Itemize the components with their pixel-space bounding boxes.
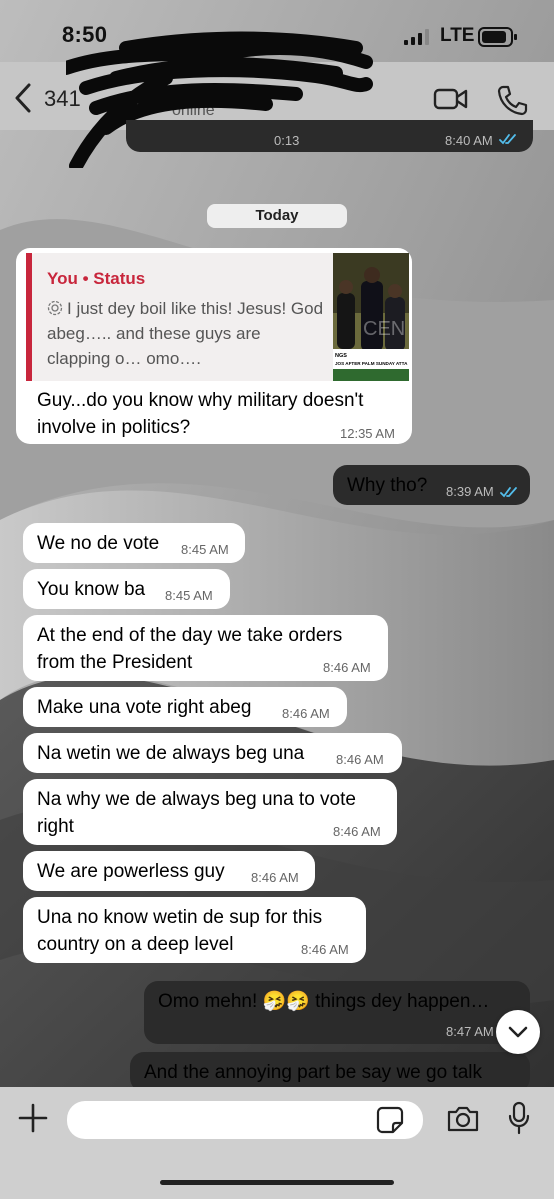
phone-icon[interactable] (496, 84, 528, 116)
double-check-icon (500, 487, 517, 498)
camera-icon[interactable] (446, 1105, 480, 1133)
voice-note-time: 8:40 AM (445, 133, 493, 148)
voice-note-duration: 0:13 (274, 133, 300, 148)
status-ring-icon (47, 300, 63, 316)
thumbnail-caption: JOS AFTER PALM SUNDAY ATTA (335, 361, 408, 366)
chevron-down-icon (508, 1026, 528, 1038)
message-time: 8:45 AM (165, 588, 213, 603)
scroll-to-bottom-button[interactable] (496, 1010, 540, 1054)
message-time: 8:39 AM (446, 484, 494, 499)
reply-message-time: 12:35 AM (340, 426, 395, 441)
message-time: 8:46 AM (301, 942, 349, 957)
quote-text: I just dey boil like this! Jesus! God ab… (47, 296, 325, 371)
chevron-left-icon[interactable] (12, 82, 34, 114)
message-time: 8:46 AM (336, 752, 384, 767)
status-thumbnail[interactable]: CEN NGS JOS AFTER PALM SUNDAY ATTA (333, 253, 409, 381)
quote-text-body: I just dey boil like this! Jesus! God ab… (47, 299, 324, 368)
message-time: 8:47 AM (446, 1024, 494, 1039)
message-time: 8:46 AM (323, 660, 371, 675)
quote-author: You • Status (47, 269, 146, 288)
message-text: Na wetin we de always beg una (37, 743, 305, 764)
battery-icon (478, 27, 517, 47)
message-time: 8:45 AM (181, 542, 229, 557)
message-time: 8:46 AM (333, 824, 381, 839)
message-input[interactable] (67, 1101, 423, 1139)
home-indicator (160, 1180, 394, 1185)
microphone-icon[interactable] (507, 1101, 531, 1135)
network-type: LTE (440, 25, 475, 46)
video-camera-icon[interactable] (433, 86, 469, 112)
message-text: Why tho? (347, 475, 428, 496)
message-text: We are powerless guy (37, 861, 225, 882)
date-divider: Today (207, 204, 347, 228)
message-text: Omo mehn! 🤧🤧 things dey happen… (158, 991, 490, 1012)
quote-accent-bar (26, 253, 32, 381)
message-time: 8:46 AM (251, 870, 299, 885)
signal-strength-icon (404, 29, 429, 45)
message-text: Na why we de always beg una to vote righ… (37, 789, 356, 837)
thumbnail-tag: NGS (335, 353, 347, 359)
thumbnail-overlay-letters: CEN (363, 318, 405, 340)
message-text: You know ba (37, 579, 146, 600)
sticker-icon[interactable] (376, 1106, 404, 1134)
message-text: We no de vote (37, 533, 160, 554)
plus-icon[interactable] (18, 1103, 48, 1133)
message-text: Make una vote right abeg (37, 697, 252, 718)
message-text: And the annoying part be say we go talk (144, 1062, 483, 1083)
message-time: 8:46 AM (282, 706, 330, 721)
double-check-icon (499, 134, 516, 145)
